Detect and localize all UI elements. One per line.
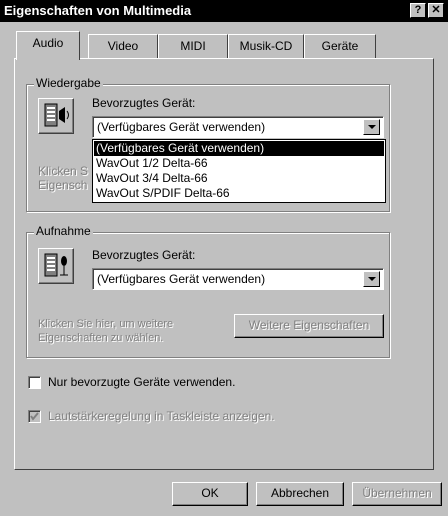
playback-dropdown-list: (Verfügbares Gerät verwenden) WavOut 1/2… <box>92 139 386 203</box>
chevron-down-icon <box>368 277 376 281</box>
ok-button[interactable]: OK <box>172 482 248 506</box>
playback-hint-line1: Klicken S <box>38 164 89 178</box>
recording-hint-line2: Eigenschaften zu wählen. <box>38 332 164 344</box>
more-properties-button[interactable]: Weitere Eigenschaften <box>234 314 384 338</box>
playback-selected-value: (Verfügbares Gerät verwenden) <box>97 120 266 134</box>
checkmark-icon <box>30 412 39 421</box>
apply-button[interactable]: Übernehmen <box>352 482 442 506</box>
window-title: Eigenschaften von Multimedia <box>4 3 192 18</box>
tab-video[interactable]: Video <box>88 34 158 58</box>
close-button[interactable]: ✕ <box>428 3 444 18</box>
recording-hint-line1: Klicken Sie hier, um weitere <box>38 318 174 330</box>
tab-geraete[interactable]: Geräte <box>304 34 376 58</box>
playback-group-label: Wiedergabe <box>34 76 103 90</box>
dropdown-option-wavout-34[interactable]: WavOut 3/4 Delta-66 <box>94 171 384 186</box>
recording-device-select[interactable]: (Verfügbares Gerät verwenden) <box>92 268 384 290</box>
playback-device-select[interactable]: (Verfügbares Gerät verwenden) <box>92 116 384 138</box>
microphone-icon <box>38 248 74 284</box>
dropdown-option-available[interactable]: (Verfügbares Gerät verwenden) <box>94 141 384 156</box>
preferred-only-checkbox[interactable] <box>28 376 41 389</box>
tab-midi[interactable]: MIDI <box>158 34 228 58</box>
tab-musik-cd[interactable]: Musik-CD <box>228 34 304 58</box>
recording-preferred-label: Bevorzugtes Gerät: <box>92 248 196 262</box>
playback-preferred-label: Bevorzugtes Gerät: <box>92 96 196 110</box>
dropdown-option-wavout-12[interactable]: WavOut 1/2 Delta-66 <box>94 156 384 171</box>
recording-dropdown-button[interactable] <box>363 271 380 287</box>
volume-taskbar-checkbox[interactable] <box>28 410 41 423</box>
title-bar: Eigenschaften von Multimedia ? ✕ <box>0 0 448 22</box>
preferred-only-label: Nur bevorzugte Geräte verwenden. <box>48 375 236 389</box>
cancel-button[interactable]: Abbrechen <box>256 482 344 506</box>
volume-taskbar-label: Lautstärkeregelung in Taskleiste anzeige… <box>48 409 275 423</box>
playback-dropdown-button[interactable] <box>363 119 380 135</box>
recording-group-label: Aufnahme <box>34 224 93 238</box>
chevron-down-icon <box>368 125 376 129</box>
dropdown-option-wavout-spdif[interactable]: WavOut S/PDIF Delta-66 <box>94 186 384 201</box>
recording-selected-value: (Verfügbares Gerät verwenden) <box>97 272 266 286</box>
speaker-icon <box>38 98 74 134</box>
tab-audio[interactable]: Audio <box>16 31 80 60</box>
playback-hint-line2: Eigensch <box>38 178 88 192</box>
help-button[interactable]: ? <box>410 3 426 18</box>
